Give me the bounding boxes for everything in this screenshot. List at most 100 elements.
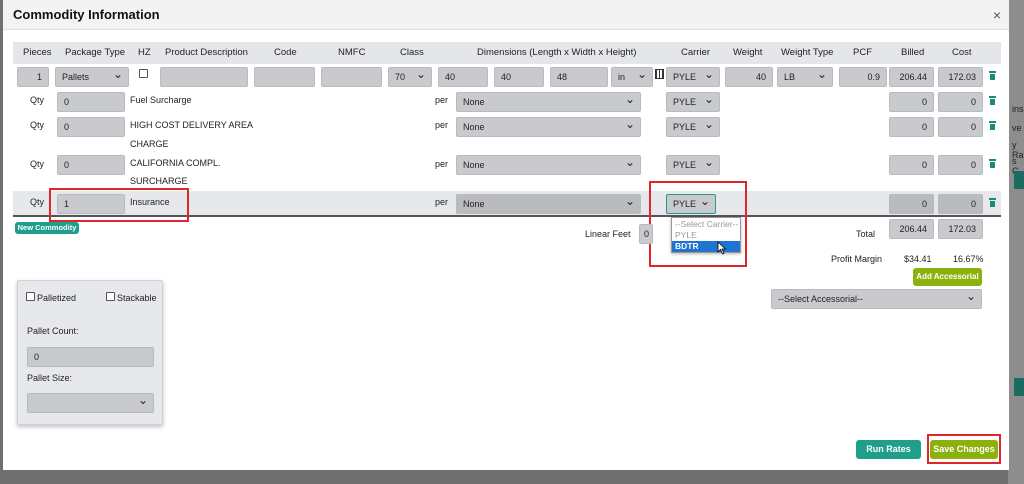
add-accessorial-button[interactable]: Add Accessorial [913, 268, 982, 286]
pallet-count-label: Pallet Count: [27, 326, 79, 336]
accessorial-row: Qty 0 Fuel Surcharge per None PYLE 0 0 [13, 90, 1001, 114]
palletized-label: Palletized [37, 293, 77, 303]
header-pcf: PCF [853, 47, 872, 58]
header-weight: Weight [733, 47, 763, 58]
per-select[interactable]: None [456, 90, 641, 112]
palletized-checkbox[interactable] [26, 292, 35, 301]
code-input[interactable] [254, 67, 315, 87]
accessorial-row: Qty 0 CALIFORNIA COMPL. SURCHARGE per No… [13, 153, 1001, 186]
new-commodity-button[interactable]: New Commodity [15, 222, 79, 234]
billed-input[interactable]: 0 [889, 92, 934, 112]
linear-feet-label: Linear Feet [585, 229, 631, 239]
cost-input[interactable]: 172.03 [938, 67, 983, 87]
accessorial-description: Fuel Surcharge [130, 95, 192, 105]
billed-input[interactable]: 0 [889, 194, 934, 214]
accessorial-description-line2: CHARGE [130, 139, 169, 149]
trash-icon[interactable] [989, 159, 996, 168]
total-billed: 206.44 [889, 219, 934, 239]
background-button [1014, 171, 1024, 189]
qty-input[interactable]: 0 [57, 155, 125, 175]
class-select[interactable]: 70 [388, 65, 432, 87]
background-button [1014, 378, 1024, 396]
trash-icon[interactable] [989, 198, 996, 207]
per-select[interactable]: None [456, 153, 641, 175]
height-input[interactable]: 48 [550, 67, 608, 87]
table-header: Pieces Package Type HZ Product Descripti… [13, 42, 1001, 64]
qty-input[interactable]: 0 [57, 117, 125, 137]
select-accessorial-dropdown[interactable]: --Select Accessorial-- [771, 287, 982, 309]
qty-label: Qty [30, 159, 45, 169]
accessorial-row: Qty 0 HIGH COST DELIVERY AREA CHARGE per… [13, 115, 1001, 149]
billed-input[interactable]: 0 [889, 155, 934, 175]
header-dimensions: Dimensions (Length x Width x Height) [477, 47, 637, 58]
header-carrier: Carrier [681, 47, 711, 58]
billed-input[interactable]: 0 [889, 117, 934, 137]
width-input[interactable]: 40 [494, 67, 544, 87]
highlight-carrier-dropdown [649, 181, 747, 267]
commodity-modal: Commodity Information × Pieces Package T… [3, 0, 1009, 470]
linear-feet-input[interactable]: 0 [639, 224, 653, 244]
header-nmfc: NMFC [338, 47, 366, 58]
qty-label: Qty [30, 197, 45, 207]
trash-icon[interactable] [989, 96, 996, 105]
modal-title: Commodity Information [13, 7, 160, 22]
product-description-input[interactable] [160, 67, 248, 87]
qty-label: Qty [30, 95, 45, 105]
background-text: ins [1012, 104, 1024, 114]
run-rates-button[interactable]: Run Rates [856, 440, 921, 459]
pallet-count-input[interactable]: 0 [27, 347, 154, 367]
nmfc-input[interactable] [321, 67, 382, 87]
per-label: per [435, 120, 449, 130]
per-select[interactable]: None [456, 192, 641, 214]
header-hz: HZ [138, 47, 151, 58]
profit-amount: $34.41 [904, 254, 932, 264]
cost-input[interactable]: 0 [938, 117, 983, 137]
carrier-select[interactable]: PYLE [666, 115, 720, 137]
header-billed: Billed [901, 47, 925, 58]
total-cost: 172.03 [938, 219, 983, 239]
qty-label: Qty [30, 120, 45, 130]
per-select[interactable]: None [456, 115, 641, 137]
pieces-input[interactable]: 1 [17, 67, 49, 87]
background-page-strip: ins ve y Ra s C [1008, 0, 1024, 484]
carrier-select[interactable]: PYLE [666, 65, 720, 87]
accessorial-description: CALIFORNIA COMPL. [130, 158, 221, 168]
accessorial-description: HIGH COST DELIVERY AREA [130, 120, 254, 130]
qty-input[interactable]: 0 [57, 92, 125, 112]
header-product-description: Product Description [165, 47, 248, 58]
weight-type-select[interactable]: LB [777, 65, 833, 87]
length-input[interactable]: 40 [438, 67, 488, 87]
cost-input[interactable]: 0 [938, 155, 983, 175]
pcf-input[interactable]: 0.9 [839, 67, 887, 87]
carrier-select[interactable]: PYLE [666, 153, 720, 175]
stackable-checkbox[interactable] [106, 292, 115, 301]
trash-icon[interactable] [989, 71, 996, 80]
hz-checkbox[interactable] [139, 69, 148, 78]
close-icon[interactable]: × [993, 7, 1001, 23]
per-label: per [435, 95, 449, 105]
header-code: Code [274, 47, 297, 58]
weight-input[interactable]: 40 [725, 67, 773, 87]
trash-icon[interactable] [989, 121, 996, 130]
total-label: Total [856, 229, 876, 239]
header-cost: Cost [952, 47, 972, 58]
cost-input[interactable]: 0 [938, 194, 983, 214]
calculator-icon[interactable] [655, 69, 664, 79]
cost-input[interactable]: 0 [938, 92, 983, 112]
per-label: per [435, 197, 449, 207]
per-label: per [435, 159, 449, 169]
pallet-size-select[interactable] [27, 391, 154, 413]
accessorial-description-line2: SURCHARGE [130, 176, 188, 186]
package-type-select[interactable]: Pallets [55, 65, 129, 87]
pallet-panel: Palletized Stackable Pallet Count: 0 Pal… [17, 280, 163, 425]
highlight-insurance-qty [49, 188, 189, 222]
profit-percent: 16.67% [953, 254, 984, 264]
billed-input[interactable]: 206.44 [889, 67, 934, 87]
header-package-type: Package Type [65, 47, 126, 58]
carrier-select[interactable]: PYLE [666, 90, 720, 112]
header-weight-type: Weight Type [781, 47, 834, 58]
save-changes-button[interactable]: Save Changes [930, 440, 998, 459]
dim-unit-select[interactable]: in [611, 65, 653, 87]
modal-header: Commodity Information × [3, 0, 1009, 30]
profit-margin-label: Profit Margin [831, 254, 883, 264]
